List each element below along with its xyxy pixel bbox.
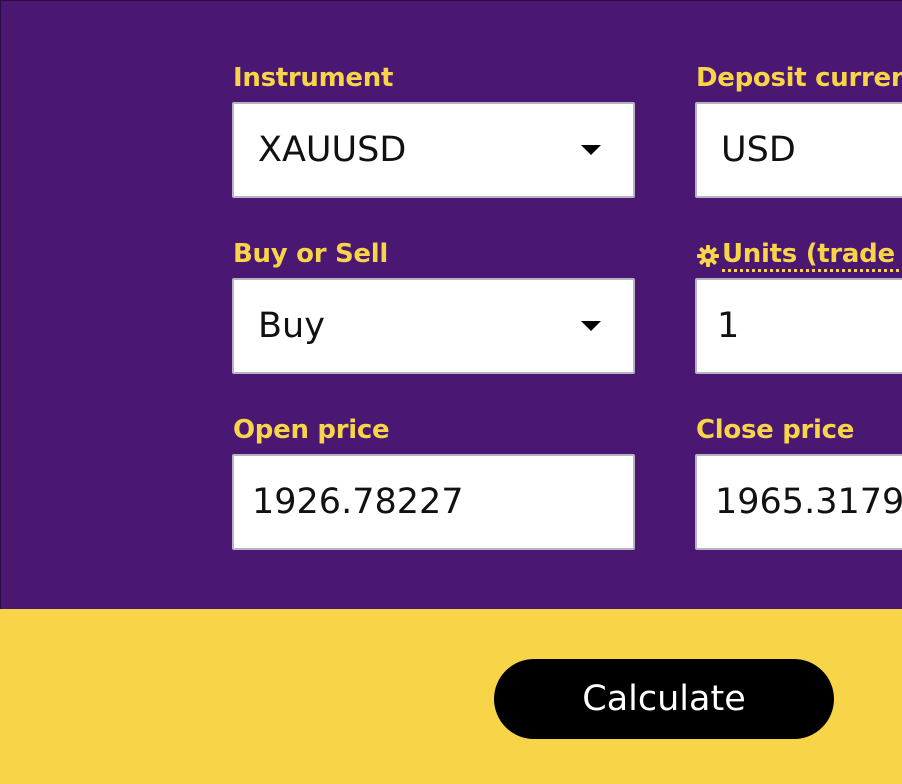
open-price-value: 1926.78227	[252, 482, 464, 522]
units-label-text: Units (trade size)	[722, 239, 902, 272]
instrument-label: Instrument	[233, 63, 394, 93]
instrument-value: XAUUSD	[258, 130, 407, 170]
open-price-label: Open price	[233, 415, 390, 445]
units-input[interactable]: 1	[695, 278, 902, 374]
caret-down-icon	[581, 321, 601, 331]
units-label[interactable]: Units (trade size)	[696, 239, 902, 272]
deposit-currency-select[interactable]: USD	[695, 102, 902, 198]
buy-or-sell-select[interactable]: Buy	[232, 278, 635, 374]
calculate-button[interactable]: Calculate	[494, 659, 834, 739]
close-price-label: Close price	[696, 415, 855, 445]
instrument-select[interactable]: XAUUSD	[232, 102, 635, 198]
deposit-currency-label: Deposit currency	[696, 63, 902, 93]
buy-or-sell-value: Buy	[258, 306, 325, 346]
action-bar: Calculate	[0, 609, 902, 784]
units-value: 1	[717, 306, 740, 346]
deposit-currency-value: USD	[721, 130, 796, 170]
close-price-value: 1965.31792	[715, 482, 902, 522]
calculator-form: Instrument XAUUSD Deposit currency USD B…	[0, 0, 902, 609]
open-price-input[interactable]: 1926.78227	[232, 454, 635, 550]
calculator-page: Instrument XAUUSD Deposit currency USD B…	[0, 0, 902, 784]
close-price-input[interactable]: 1965.31792	[695, 454, 902, 550]
gear-icon[interactable]	[696, 244, 720, 268]
caret-down-icon	[581, 145, 601, 155]
buy-or-sell-label: Buy or Sell	[233, 239, 388, 269]
